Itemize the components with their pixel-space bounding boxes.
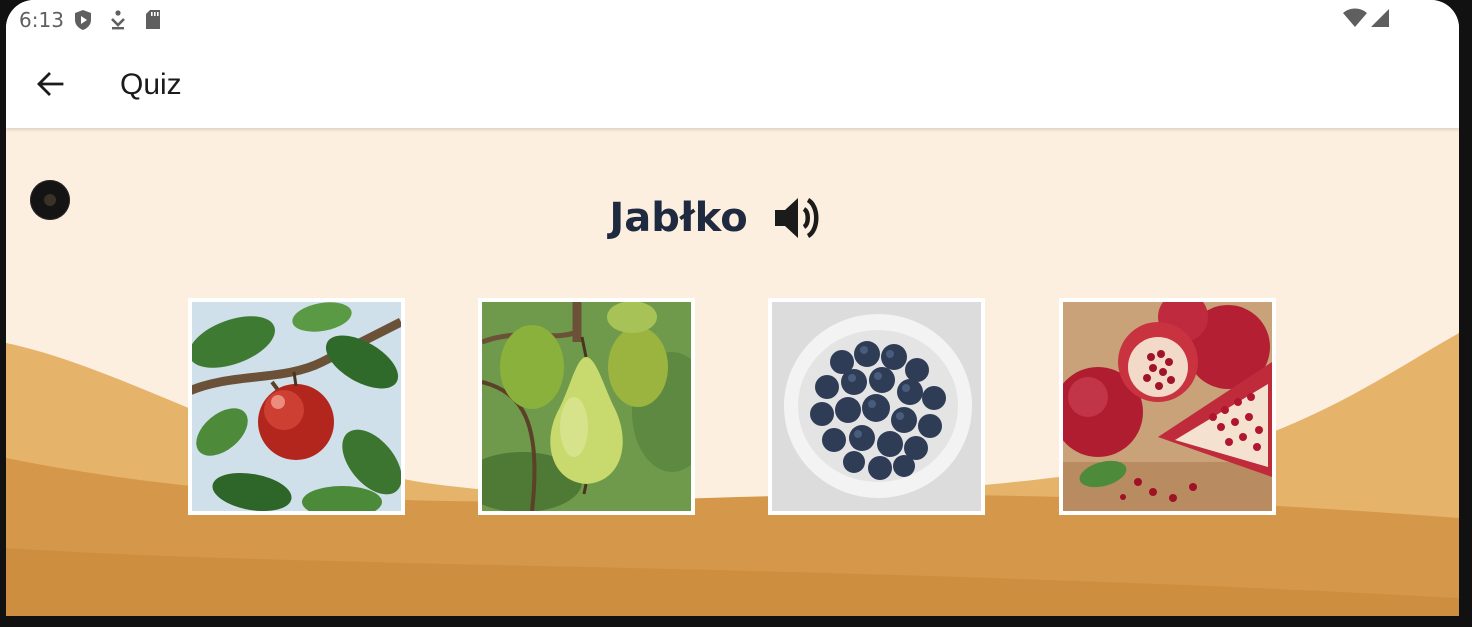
device-screen: 6:13 Quiz Jabłko bbox=[6, 0, 1459, 616]
pomegranate-image bbox=[1063, 302, 1272, 511]
shield-play-icon bbox=[73, 9, 93, 36]
option-card-blueberries[interactable] bbox=[768, 298, 985, 515]
volume-up-icon bbox=[774, 198, 819, 238]
quiz-word: Jabłko bbox=[609, 195, 748, 241]
apple-image bbox=[192, 302, 401, 511]
status-bar: 6:13 bbox=[6, 0, 1459, 40]
top-app-bar: Quiz bbox=[6, 40, 1459, 128]
arrow-back-icon bbox=[37, 72, 64, 96]
blueberries-image bbox=[772, 302, 981, 511]
app-title: Quiz bbox=[120, 68, 182, 101]
quiz-word-row: Jabłko bbox=[6, 190, 1444, 246]
quiz-content: Jabłko bbox=[6, 128, 1459, 616]
device-bezel-right bbox=[1459, 0, 1472, 627]
option-card-pomegranate[interactable] bbox=[1059, 298, 1276, 515]
speaker-button[interactable] bbox=[770, 190, 826, 246]
status-time: 6:13 bbox=[19, 8, 64, 32]
front-camera bbox=[30, 180, 70, 220]
option-card-pear[interactable] bbox=[478, 298, 695, 515]
signal-icon bbox=[1370, 8, 1390, 33]
pear-image bbox=[482, 302, 691, 511]
download-icon bbox=[109, 9, 127, 36]
device-bezel-bottom bbox=[0, 616, 1472, 627]
back-button[interactable] bbox=[28, 62, 72, 106]
sd-card-icon bbox=[144, 9, 162, 36]
option-card-apple[interactable] bbox=[188, 298, 405, 515]
wifi-icon bbox=[1343, 8, 1367, 33]
